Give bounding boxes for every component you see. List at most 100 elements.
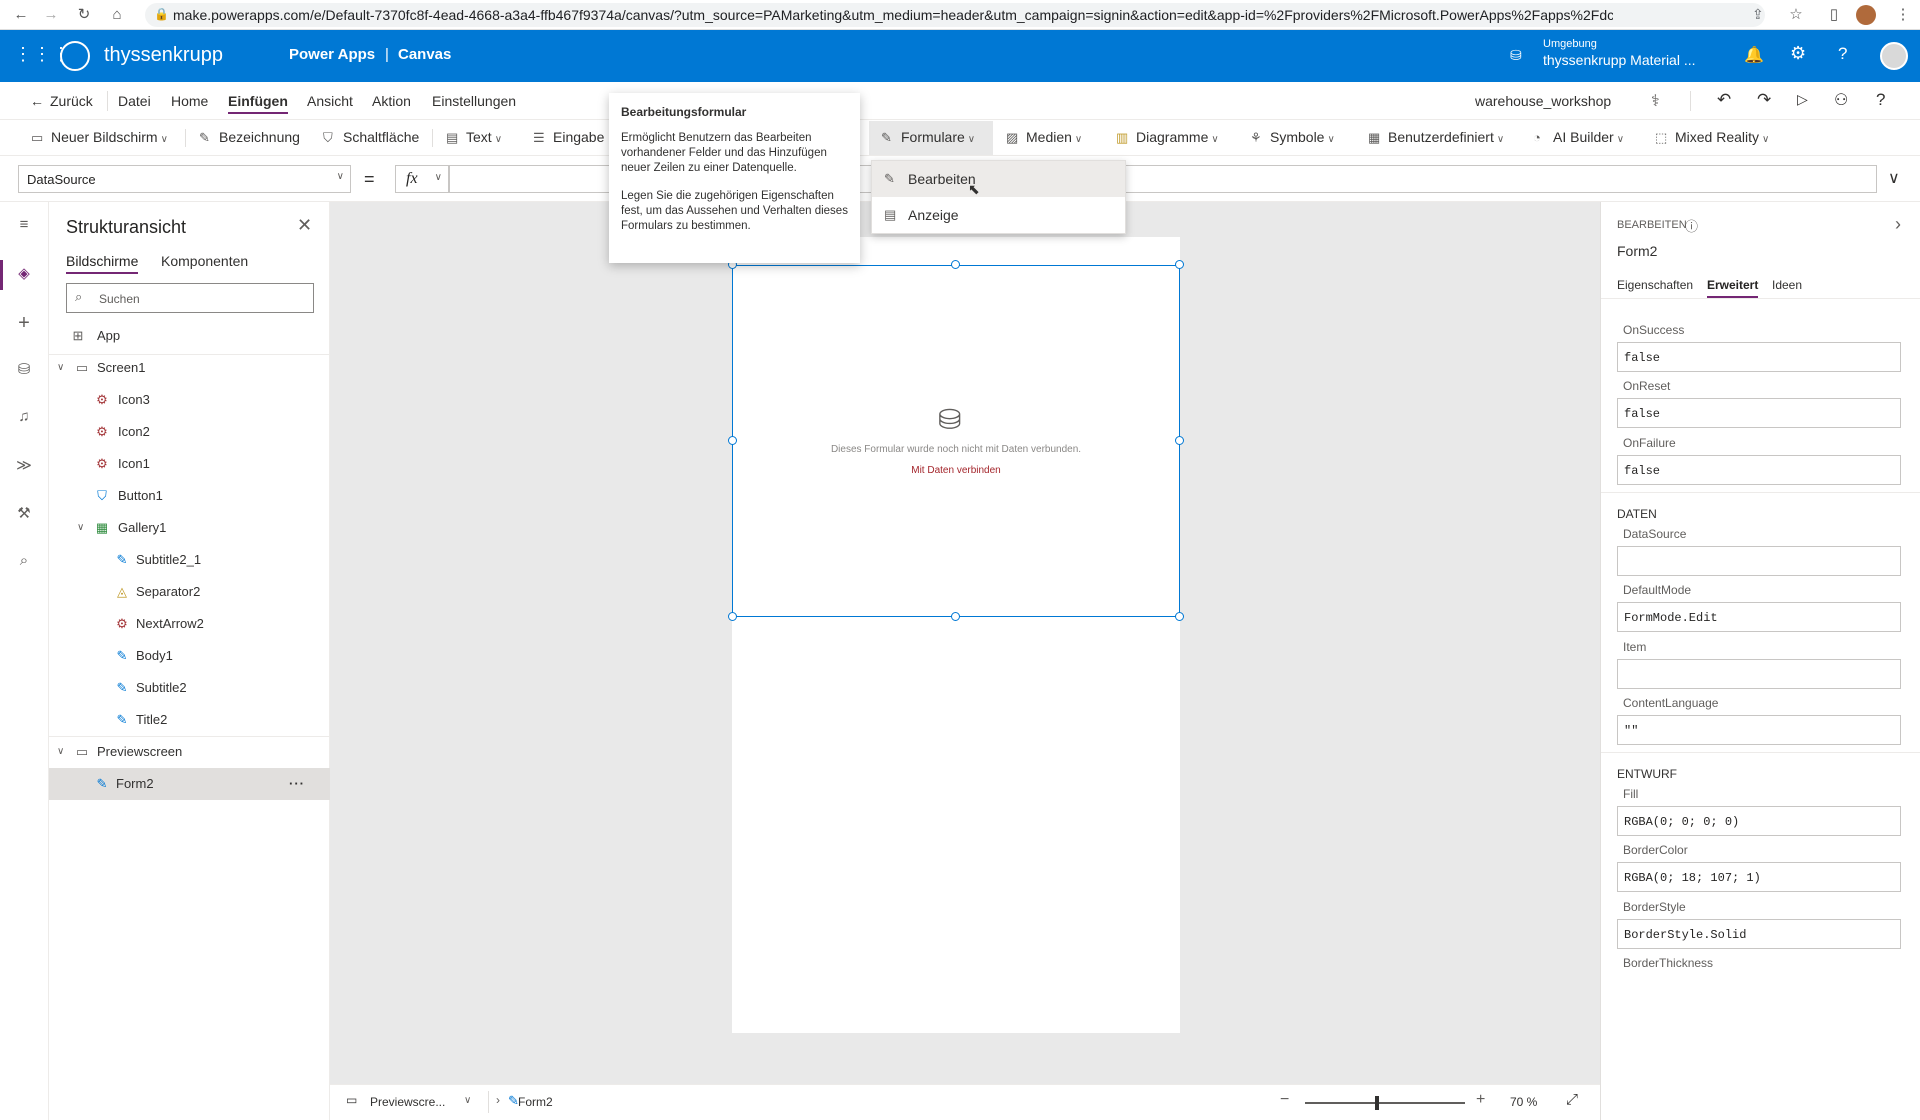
environment-name[interactable]: thyssenkrupp Material ... [1543, 52, 1696, 68]
resize-handle[interactable] [1175, 436, 1184, 445]
tree-node-subtitle2[interactable]: ✎ Subtitle2 [49, 672, 330, 704]
defaultmode-field[interactable]: FormMode.Edit [1617, 602, 1901, 632]
tree-node-icon1[interactable]: ⚙ Icon1 [49, 448, 330, 480]
menu-item-edit-form[interactable]: ✎ Bearbeiten ⬉ [872, 161, 1125, 197]
tree-node-separator2[interactable]: ◬ Separator2 [49, 576, 330, 608]
plus-icon[interactable]: + [12, 312, 36, 336]
screen-selector[interactable]: ▭ Previewscre... ∨ [346, 1093, 476, 1113]
menu-insert[interactable]: Einfügen [228, 93, 288, 114]
tab-advanced[interactable]: Erweitert [1707, 278, 1759, 298]
database-icon[interactable]: ⛁ [12, 360, 36, 384]
tree-node-gallery1[interactable]: ∨ ▦ Gallery1 [49, 512, 330, 544]
tree-node-form2[interactable]: ✎ Form2 ··· [49, 768, 330, 800]
tree-node-previewscreen[interactable]: ∨ ▭ Previewscreen [49, 736, 330, 768]
resize-handle[interactable] [1175, 612, 1184, 621]
resize-handle[interactable] [951, 260, 960, 269]
control-name[interactable]: Form2 [1617, 243, 1657, 259]
url-text[interactable]: make.powerapps.com/e/Default-7370fc8f-4e… [173, 7, 1613, 23]
gear-icon[interactable]: ⚙ [1790, 43, 1806, 64]
share-user-icon[interactable]: ⚇ [1834, 90, 1848, 110]
chevron-right-icon[interactable]: › [1895, 214, 1901, 235]
app-name[interactable]: warehouse_workshop [1475, 93, 1611, 109]
profile-avatar[interactable] [1856, 5, 1876, 25]
expand-formula-icon[interactable]: ∨ [1888, 168, 1900, 188]
tree-node-body1[interactable]: ✎ Body1 [49, 640, 330, 672]
resize-handle[interactable] [728, 612, 737, 621]
resize-handle[interactable] [1175, 260, 1184, 269]
help-icon[interactable]: ? [1838, 44, 1847, 64]
tree-node-icon2[interactable]: ⚙ Icon2 [49, 416, 330, 448]
tab-components[interactable]: Komponenten [161, 253, 248, 269]
layers-icon[interactable]: ◈ [12, 264, 36, 288]
app-checker-icon[interactable]: ⚕ [1651, 91, 1660, 111]
zoom-slider[interactable] [1305, 1096, 1465, 1110]
sidebar-icon[interactable]: ▯ [1823, 4, 1845, 26]
resize-handle[interactable] [951, 612, 960, 621]
charts-button[interactable]: ▥ Diagramme ∨ [1116, 129, 1219, 146]
new-screen-button[interactable]: ▭ Neuer Bildschirm ∨ [31, 129, 168, 146]
menu-home[interactable]: Home [171, 93, 208, 109]
on-reset-field[interactable]: false [1617, 398, 1901, 428]
search-icon[interactable]: ⌕ [12, 552, 36, 576]
tab-screens[interactable]: Bildschirme [66, 253, 139, 274]
tree-node-screen1[interactable]: ∨ ▭ Screen1 [49, 352, 330, 384]
tools-icon[interactable]: ⚒ [12, 504, 36, 528]
info-icon[interactable]: ⓘ [1685, 216, 1698, 235]
button-button[interactable]: ⛉ Schaltfläche [323, 129, 419, 146]
share-icon[interactable]: ⇪ [1752, 6, 1764, 23]
custom-button[interactable]: ▦ Benutzerdefiniert ∨ [1368, 129, 1504, 146]
play-icon[interactable]: ▷ [1797, 91, 1808, 108]
help-icon[interactable]: ? [1876, 90, 1885, 110]
forms-button[interactable]: ✎ Formulare ∨ [881, 129, 975, 146]
tree-node-button1[interactable]: ⛉ Button1 [49, 480, 330, 512]
form2-control[interactable]: ⛁ Dieses Formular wurde noch nicht mit D… [732, 265, 1180, 617]
tab-properties[interactable]: Eigenschaften [1617, 278, 1693, 292]
back-button[interactable]: ← Zurück [30, 93, 93, 109]
undo-icon[interactable]: ↶ [1717, 90, 1731, 110]
tab-ideas[interactable]: Ideen [1772, 278, 1802, 292]
bordercolor-field[interactable]: RGBA(0; 18; 107; 1) [1617, 862, 1901, 892]
tree-node-title2[interactable]: ✎ Title2 [49, 704, 330, 736]
tree-node-subtitle2-1[interactable]: ✎ Subtitle2_1 [49, 544, 330, 576]
contentlanguage-field[interactable]: "" [1617, 715, 1901, 745]
menu-action[interactable]: Aktion [372, 93, 411, 109]
label-button[interactable]: ✎ Bezeichnung [199, 129, 300, 146]
connect-data-link[interactable]: Mit Daten verbinden [733, 465, 1179, 476]
home-icon[interactable]: ⌂ [106, 4, 128, 26]
back-arrow-icon[interactable]: ← [10, 4, 32, 26]
on-success-field[interactable]: false [1617, 342, 1901, 372]
function-button[interactable]: fx ∨ [395, 165, 449, 193]
mixed-reality-button[interactable]: ⬚ Mixed Reality ∨ [1655, 129, 1769, 146]
hamburger-icon[interactable]: ≡ [12, 216, 36, 240]
close-icon[interactable]: ✕ [297, 215, 312, 236]
redo-icon[interactable]: ↷ [1757, 90, 1771, 110]
more-options-icon[interactable]: ··· [289, 768, 305, 800]
menu-settings[interactable]: Einstellungen [432, 93, 516, 109]
fill-field[interactable]: RGBA(0; 0; 0; 0) [1617, 806, 1901, 836]
menu-item-display-form[interactable]: ▤ Anzeige [872, 197, 1125, 233]
control-breadcrumb[interactable]: Form2 [518, 1095, 553, 1109]
tree-search-box[interactable]: ⌕ Suchen [66, 283, 314, 313]
menu-file[interactable]: Datei [118, 93, 151, 109]
menu-view[interactable]: Ansicht [307, 93, 353, 109]
kebab-menu-icon[interactable]: ⋮ [1892, 4, 1914, 26]
zoom-in-icon[interactable]: + [1476, 1091, 1485, 1109]
media-button[interactable]: ▨ Medien ∨ [1006, 129, 1082, 146]
forward-arrow-icon[interactable]: → [40, 4, 62, 26]
bell-icon[interactable]: 🔔 [1744, 45, 1764, 65]
zoom-out-icon[interactable]: − [1280, 1091, 1289, 1109]
input-button[interactable]: ☰ Eingabe [533, 129, 604, 146]
tree-node-icon3[interactable]: ⚙ Icon3 [49, 384, 330, 416]
zoom-slider-thumb[interactable] [1375, 1096, 1379, 1110]
star-icon[interactable]: ☆ [1785, 4, 1807, 26]
on-failure-field[interactable]: false [1617, 455, 1901, 485]
icons-button[interactable]: ⚘ Symbole ∨ [1250, 129, 1335, 146]
address-bar[interactable]: 🔒 make.powerapps.com/e/Default-7370fc8f-… [145, 3, 1765, 27]
media-icon[interactable]: ♫ [12, 408, 36, 432]
user-avatar[interactable] [1880, 42, 1908, 70]
design-canvas[interactable]: ⛁ Dieses Formular wurde noch nicht mit D… [330, 202, 1600, 1084]
item-field[interactable] [1617, 659, 1901, 689]
tree-node-app[interactable]: ⊞ App [49, 320, 330, 352]
reload-icon[interactable]: ↻ [73, 4, 95, 26]
property-dropdown[interactable]: DataSource ∨ [18, 165, 351, 193]
